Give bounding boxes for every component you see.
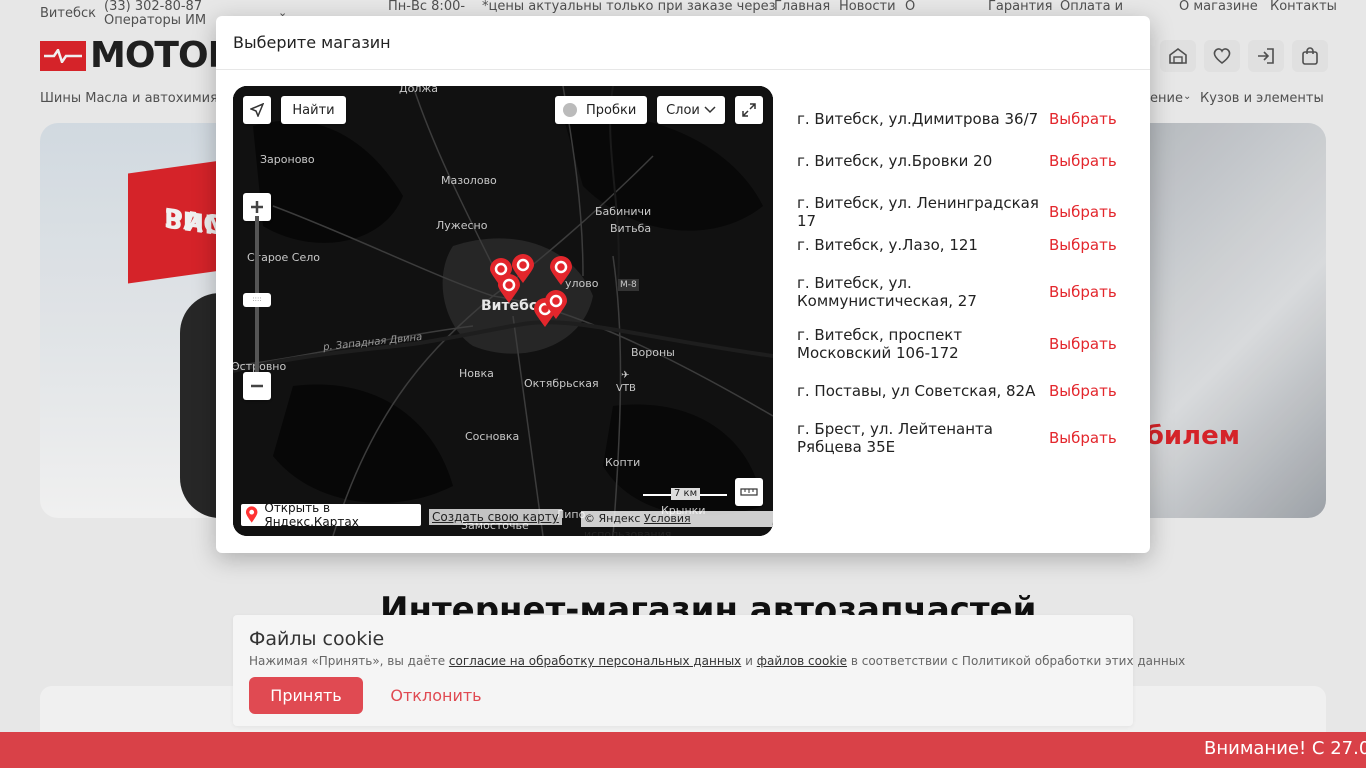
map-label-novka: Новка [459,367,494,380]
list-item: г. Витебск, ул. Ленинградская 17 Выбрать [797,194,1127,230]
map-find-button[interactable]: Найти [281,96,346,124]
chevron-down-icon [704,106,716,114]
cookie-text: Нажимая «Принять», вы даёте согласие на … [249,654,1185,668]
select-store-button[interactable]: Выбрать [1049,236,1117,254]
select-store-button[interactable]: Выбрать [1049,152,1117,170]
store-pin-icon[interactable] [549,256,573,286]
accept-cookies-button[interactable]: Принять [249,677,363,714]
select-store-button[interactable]: Выбрать [1049,335,1117,353]
map-label-kopti: Копти [605,456,641,469]
select-store-button[interactable]: Выбрать [1049,110,1117,128]
list-item: г. Брест, ул. Лейтенанта Рябцева 35Е Выб… [797,420,1127,456]
traffic-label: Пробки [586,102,637,118]
open-in-maps-label: Открыть в Яндекс.Картах [264,501,359,529]
list-item: г. Поставы, ул Советская, 82А Выбрать [797,382,1127,400]
personal-data-consent-link[interactable]: согласие на обработку персональных данны… [449,654,741,668]
ruler-button[interactable] [735,478,763,506]
open-in-yandex-maps-link[interactable]: Открыть в Яндекс.Картах [241,501,421,529]
alert-ticker-bar: Внимание! С 27.0 [0,732,1366,768]
layers-label: Слои [666,102,700,118]
select-store-button[interactable]: Выбрать [1049,203,1117,221]
cookie-banner: Файлы cookie Нажимая «Принять», вы даёте… [233,615,1185,726]
create-map-link[interactable]: Создать свою карту [429,509,562,525]
map-label-m8: M-8 [618,279,639,291]
ruler-icon [740,488,758,496]
decline-cookies-button[interactable]: Отклонить [379,677,493,714]
select-store-button[interactable]: Выбрать [1049,429,1117,447]
geolocation-button[interactable] [243,96,271,124]
zoom-out-button[interactable] [243,372,271,400]
store-address: г. Витебск, ул. Ленинградская 17 [797,194,1039,230]
store-select-modal: Выберите магазин Должа Зароново Мазолово… [216,16,1150,553]
modal-divider [216,69,1150,70]
traffic-button[interactable]: Пробки [555,96,647,124]
fullscreen-button[interactable] [735,96,763,124]
alert-text: Внимание! С 27.0 [1204,738,1366,759]
zoom-slider-handle[interactable]: :::: [243,293,271,307]
map-label-vitba: Витьба [610,222,652,235]
map-scale: 7 км [643,486,727,502]
store-map[interactable]: Должа Зароново Мазолово Лужесно Бабиничи… [233,86,773,536]
list-item: г. Витебск, ул.Бровки 20 Выбрать [797,152,1127,170]
store-address: г. Витебск, ул.Димитрова 36/7 [797,110,1039,128]
airport-icon: ✈ [621,370,630,381]
map-label-zaronovo: Зароново [260,153,315,166]
expand-icon [742,103,756,117]
map-label-vorony: Вороны [631,346,675,359]
select-store-button[interactable]: Выбрать [1049,283,1117,301]
map-label-vtb: VTB [616,383,636,394]
layers-button[interactable]: Слои [657,96,725,124]
store-address: г. Брест, ул. Лейтенанта Рябцева 35Е [797,420,993,456]
store-pin-icon[interactable] [544,290,568,320]
cookie-title: Файлы cookie [249,628,385,650]
traffic-light-icon [563,103,577,117]
cookie-text-part: и [745,654,753,668]
store-address: г. Витебск, у.Лазо, 121 [797,236,978,254]
map-label-luzhesno: Лужесно [436,219,488,232]
map-label-babinichi: Бабиничи [595,205,652,218]
store-address: г. Витебск, ул. Коммунистическая, 27 [797,274,977,310]
cookie-text-part: Нажимая «Принять», вы даёте [249,654,446,668]
map-label-dolzha: Должа [399,86,439,95]
cookie-files-link[interactable]: файлов cookie [757,654,847,668]
cookie-text-part: в соответствии с Политикой обработки эти… [850,654,1186,668]
yandex-maps-pin-icon [245,506,258,523]
map-label-sosnovka: Сосновка [465,430,520,443]
list-item: г. Витебск, у.Лазо, 121 Выбрать [797,236,1127,254]
plus-icon [251,201,263,213]
map-label-mazolovo: Мазолово [441,174,497,187]
minus-icon [251,384,263,388]
store-address: г. Поставы, ул Советская, 82А [797,382,1036,400]
location-arrow-icon [250,103,264,117]
map-scale-label: 7 км [671,488,701,500]
store-address: г. Витебск, ул.Бровки 20 [797,152,993,170]
select-store-button[interactable]: Выбрать [1049,382,1117,400]
store-address: г. Витебск, проспект Московский 106-172 [797,326,963,362]
modal-title: Выберите магазин [233,33,391,52]
map-label-oktyabrskaya: Октябрьская [524,377,599,390]
list-item: г. Витебск, проспект Московский 106-172 … [797,326,1127,362]
store-pin-icon[interactable] [497,274,521,304]
list-item: г. Витебск, ул.Димитрова 36/7 Выбрать [797,110,1127,128]
copyright-label: © Яндекс [584,512,641,525]
list-item: г. Витебск, ул. Коммунистическая, 27 Выб… [797,274,1127,310]
map-copyright: © Яндекс Условия использования [581,511,773,536]
